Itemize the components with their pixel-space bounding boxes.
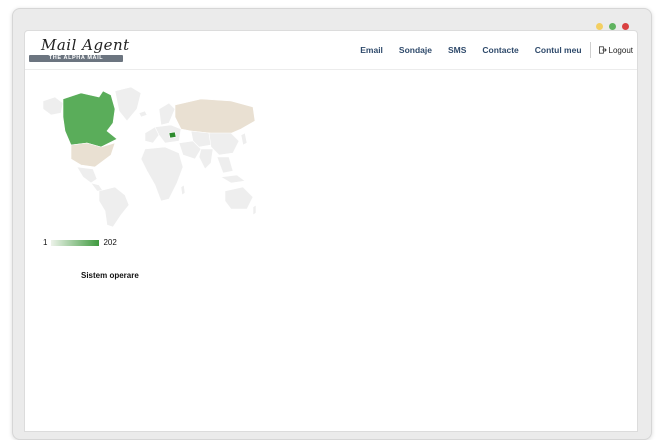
map-legend: 1 202: [43, 238, 117, 247]
logo[interactable]: Mail Agent THE ALPHA MAIL: [29, 36, 130, 64]
map-region-scandinavia[interactable]: [158, 102, 176, 126]
nav-sms[interactable]: SMS: [448, 45, 466, 55]
map-region-russia[interactable]: [174, 98, 256, 136]
logo-script: Mail Agent: [41, 36, 130, 54]
map-region-iceland[interactable]: [138, 110, 148, 118]
map-region-europe-central[interactable]: [154, 124, 182, 144]
map-region-south-america[interactable]: [98, 186, 130, 227]
logout-label: Logout: [608, 45, 633, 55]
map-region-japan[interactable]: [240, 132, 248, 146]
map-region-new-zealand[interactable]: [252, 204, 257, 216]
legend-max: 202: [103, 238, 117, 247]
map-region-africa[interactable]: [140, 146, 184, 202]
logout-button[interactable]: Logout: [598, 45, 633, 55]
map-region-indonesia[interactable]: [220, 174, 246, 184]
map-region-central-america[interactable]: [90, 182, 104, 192]
logo-tagline: THE ALPHA MAIL: [29, 55, 123, 62]
nav-contacte[interactable]: Contacte: [482, 45, 518, 55]
map-region-canada[interactable]: [62, 90, 118, 148]
logout-icon: [598, 46, 607, 54]
map-region-usa[interactable]: [70, 142, 116, 168]
close-dot-icon[interactable]: [622, 23, 629, 30]
app-header: Mail Agent THE ALPHA MAIL Email Sondaje …: [25, 31, 637, 70]
map-region-china[interactable]: [208, 132, 240, 156]
map-region-madagascar[interactable]: [180, 184, 186, 196]
legend-min: 1: [43, 238, 48, 247]
nav-sondaje[interactable]: Sondaje: [399, 45, 432, 55]
world-map: [42, 87, 257, 227]
minimize-dot-icon[interactable]: [596, 23, 603, 30]
window-controls: [596, 23, 629, 30]
map-region-alaska[interactable]: [42, 96, 64, 116]
nav-separator: [589, 42, 591, 58]
map-region-romania[interactable]: [168, 131, 177, 139]
legend-gradient: [51, 239, 100, 246]
map-region-mexico[interactable]: [76, 166, 98, 184]
section-title-os: Sistem operare: [81, 271, 139, 280]
main-nav: Email Sondaje SMS Contacte Contul meu Lo…: [344, 42, 633, 58]
maximize-dot-icon[interactable]: [609, 23, 616, 30]
map-region-australia[interactable]: [224, 186, 254, 210]
nav-email[interactable]: Email: [360, 45, 383, 55]
map-region-greenland[interactable]: [114, 87, 142, 122]
nav-contul-meu[interactable]: Contul meu: [535, 45, 582, 55]
map-region-india[interactable]: [198, 148, 214, 170]
app-screen: Mail Agent THE ALPHA MAIL Email Sondaje …: [24, 30, 638, 432]
map-region-southeast-asia[interactable]: [216, 156, 234, 174]
